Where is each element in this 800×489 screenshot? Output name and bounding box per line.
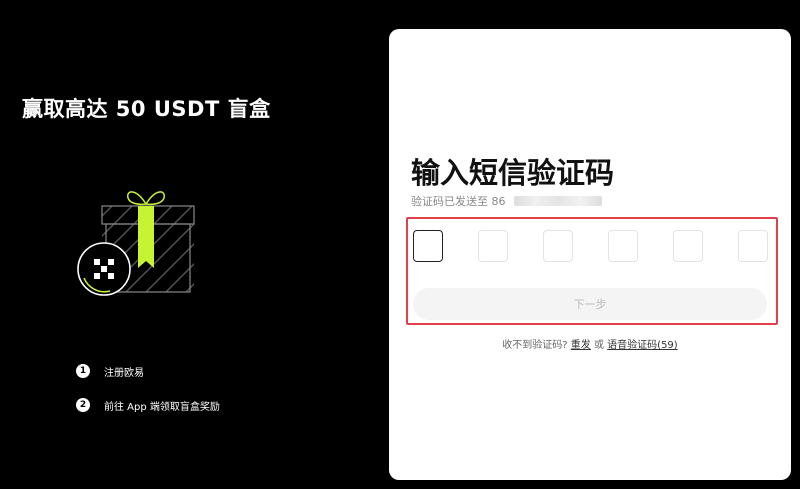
resend-row: 收不到验证码? 重发 或 语音验证码(59) — [389, 336, 791, 351]
masked-phone-number — [513, 196, 602, 206]
step-number: 1 — [76, 364, 90, 378]
code-digit-input[interactable] — [673, 230, 703, 262]
gift-box-icon — [77, 191, 195, 296]
next-step-button[interactable]: 下一步 — [413, 288, 767, 320]
code-digit-input[interactable] — [543, 230, 573, 262]
step-text: 注册欧易 — [104, 367, 144, 379]
step-item: 1 注册欧易 — [76, 362, 220, 380]
step-text: 前往 App 端领取盲盒奖励 — [104, 401, 220, 413]
step-number: 2 — [76, 398, 90, 412]
promo-steps: 1 注册欧易 2 前往 App 端领取盲盒奖励 — [76, 362, 220, 430]
sent-to-line: 验证码已发送至 86 — [411, 193, 602, 209]
promo-title: 赢取高达 50 USDT 盲盒 — [22, 97, 271, 121]
code-digit-input[interactable] — [738, 230, 768, 262]
code-digit-input[interactable] — [608, 230, 638, 262]
step-item: 2 前往 App 端领取盲盒奖励 — [76, 396, 220, 414]
voice-code-link[interactable]: 语音验证码(59) — [607, 340, 678, 351]
verification-card: 输入短信验证码 验证码已发送至 86 下一步 收不到验证码? 重发 或 语音验证… — [389, 29, 791, 480]
code-digit-input[interactable] — [478, 230, 508, 262]
not-received-text: 收不到验证码? — [502, 340, 568, 351]
sent-to-text: 验证码已发送至 86 — [411, 195, 506, 208]
code-digit-input[interactable] — [413, 230, 443, 262]
resend-link[interactable]: 重发 — [571, 340, 591, 351]
or-text: 或 — [593, 340, 604, 351]
page-title: 输入短信验证码 — [411, 156, 615, 190]
